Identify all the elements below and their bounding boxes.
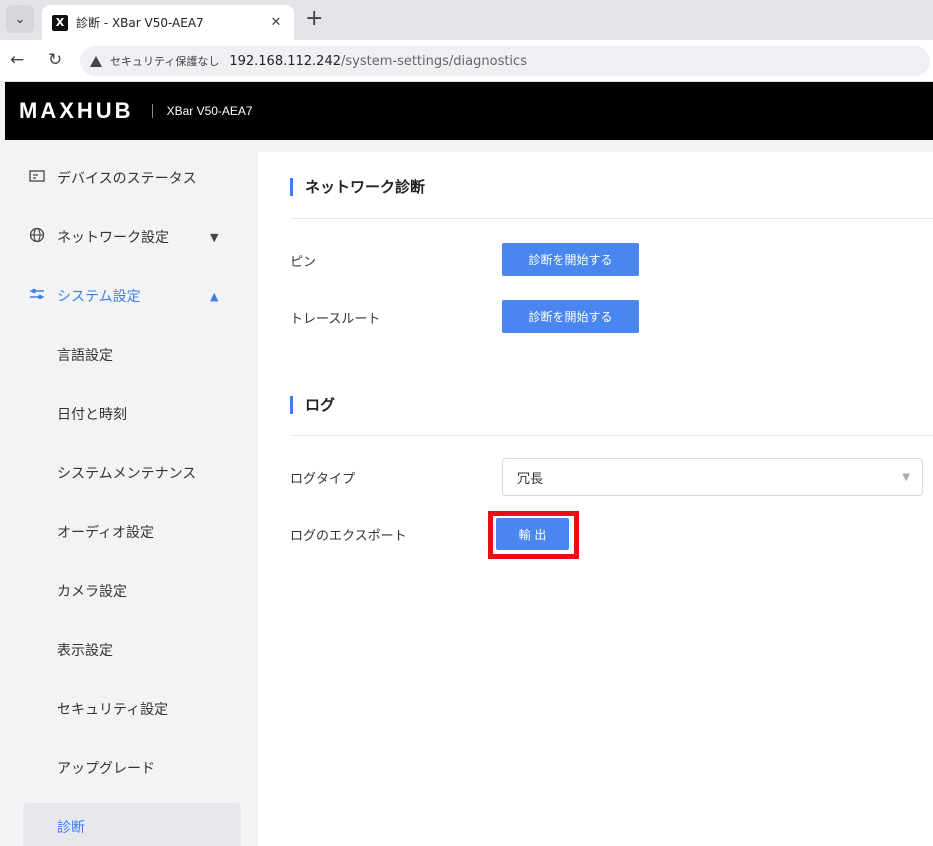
- sliders-icon: [27, 287, 47, 305]
- chevron-up-icon: ▲: [210, 289, 219, 303]
- sidebar-item-label: システム設定: [57, 289, 141, 305]
- sidebar-item-network-settings[interactable]: ネットワーク設定 ▼: [5, 213, 255, 261]
- address-bar: ← ↻ セキュリティ保護なし 192.168.112.242/system-se…: [0, 40, 933, 82]
- url-omnibox[interactable]: セキュリティ保護なし 192.168.112.242/system-settin…: [80, 46, 930, 76]
- sidebar-item-system-settings[interactable]: システム設定 ▲: [5, 272, 255, 320]
- header-separator: [151, 104, 153, 118]
- sidebar-subitem-display[interactable]: 表示設定: [5, 626, 255, 674]
- browser-tab-active[interactable]: X 診断 - XBar V50-AEA7 ✕: [42, 5, 294, 40]
- reload-icon[interactable]: ↻: [48, 50, 62, 70]
- sidebar-subitem-date-time[interactable]: 日付と時刻: [5, 390, 255, 438]
- traceroute-label: トレースルート: [290, 312, 381, 327]
- section-title-text: ログ: [305, 396, 336, 414]
- sidebar-subitem-audio[interactable]: オーディオ設定: [5, 508, 255, 556]
- globe-icon: [27, 227, 47, 247]
- chevron-down-icon: ▼: [902, 471, 910, 483]
- log-heading: ログ: [290, 394, 335, 415]
- section-title-text: ネットワーク診断: [305, 178, 426, 196]
- app-header: MAXHUB XBar V50-AEA7: [5, 82, 933, 140]
- site-favicon-icon: X: [52, 14, 68, 31]
- browser-tab-bar: ⌄ X 診断 - XBar V50-AEA7 ✕ +: [0, 0, 933, 40]
- url-path: /system-settings/diagnostics: [341, 53, 527, 69]
- security-status-label[interactable]: セキュリティ保護なし: [110, 53, 219, 69]
- brand-logo: MAXHUB: [19, 98, 134, 123]
- sidebar-subitem-security[interactable]: セキュリティ設定: [5, 685, 255, 733]
- tab-search-button[interactable]: ⌄: [6, 5, 34, 33]
- log-type-selected-value: 冗長: [517, 471, 544, 487]
- ping-start-button[interactable]: 診断を開始する: [502, 243, 639, 276]
- sidebar-subitem-camera[interactable]: カメラ設定: [5, 567, 255, 615]
- sidebar: デバイスのステータス ネットワーク設定 ▼ システム設定 ▲ 言語設定 日付と時…: [5, 140, 255, 846]
- section-accent-bar: [290, 177, 293, 196]
- url-host: 192.168.112.242: [229, 53, 341, 69]
- ping-label: ピン: [290, 255, 317, 270]
- new-tab-plus-icon[interactable]: +: [305, 6, 323, 32]
- back-arrow-icon[interactable]: ←: [10, 50, 24, 70]
- sidebar-subitem-language[interactable]: 言語設定: [5, 331, 255, 379]
- chevron-down-icon: ▼: [210, 230, 219, 244]
- log-export-label: ログのエクスポート: [290, 529, 407, 544]
- network-diagnostics-heading: ネットワーク診断: [290, 176, 425, 197]
- sidebar-item-label: ネットワーク設定: [57, 230, 169, 246]
- sidebar-item-device-status[interactable]: デバイスのステータス: [5, 154, 255, 202]
- section-accent-bar: [290, 395, 293, 414]
- sidebar-subitem-system-maintenance[interactable]: システムメンテナンス: [5, 449, 255, 497]
- warning-triangle-icon: [90, 55, 102, 67]
- log-type-select[interactable]: 冗長 ▼: [502, 458, 923, 496]
- tab-title: 診断 - XBar V50-AEA7: [76, 16, 204, 30]
- main-content: ネットワーク診断 ピン 診断を開始する トレースルート 診断を開始する ログ ロ…: [258, 152, 933, 846]
- section-divider: [290, 218, 933, 219]
- monitor-icon: [27, 169, 47, 187]
- chevron-down-icon: ⌄: [14, 11, 26, 27]
- sidebar-subitem-upgrade[interactable]: アップグレード: [5, 744, 255, 792]
- sidebar-subitem-diagnostics[interactable]: 診断: [23, 803, 241, 846]
- highlight-box: [488, 511, 579, 559]
- device-name: XBar V50-AEA7: [166, 104, 253, 118]
- log-type-label: ログタイプ: [290, 472, 356, 487]
- tab-close-icon[interactable]: ✕: [268, 15, 284, 30]
- sidebar-item-label: デバイスのステータス: [57, 171, 197, 187]
- section-divider: [290, 435, 933, 436]
- traceroute-start-button[interactable]: 診断を開始する: [502, 300, 639, 333]
